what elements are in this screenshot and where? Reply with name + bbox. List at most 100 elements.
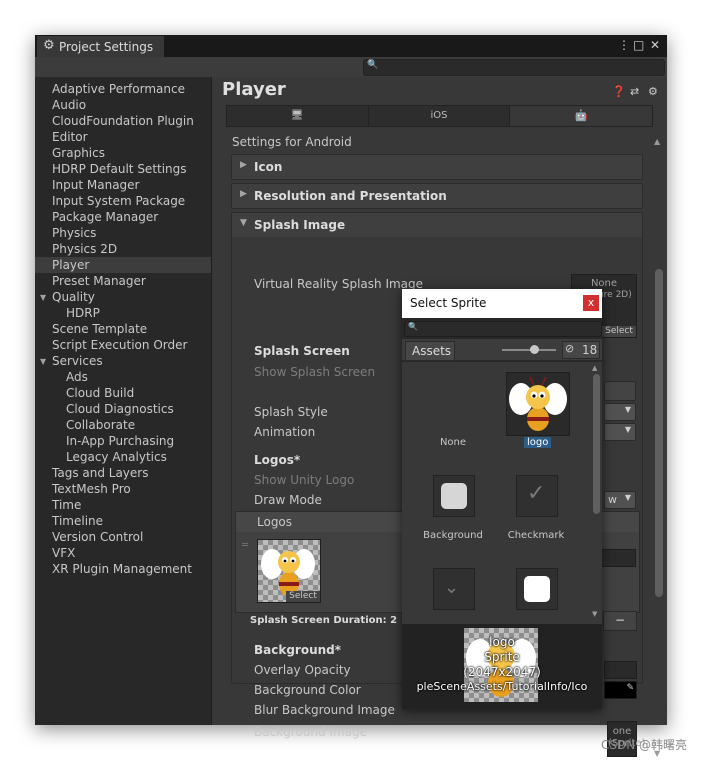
tab-desktop[interactable]: 🖥 <box>227 106 367 126</box>
sidebar-item-services[interactable]: ▼ Services <box>35 353 211 369</box>
sidebar-item-timeline[interactable]: Timeline <box>35 513 211 529</box>
sidebar-item-cloud-build[interactable]: Cloud Build <box>35 385 211 401</box>
splash-style-dropdown[interactable]: ▼ <box>604 403 636 421</box>
page-title: Player <box>222 79 286 100</box>
sidebar-item-textmesh-pro[interactable]: TextMesh Pro <box>35 481 211 497</box>
sidebar-item-editor[interactable]: Editor <box>35 129 211 145</box>
settings-search-bar: 🔍 <box>35 57 667 77</box>
collapsed-arrow-icon: ▶ <box>240 189 247 199</box>
presets-icon[interactable]: ⇄ <box>630 85 639 98</box>
sprite-item-background-label[interactable]: Background <box>408 530 498 541</box>
settings-gear-icon[interactable]: ⚙ <box>648 85 658 98</box>
expand-arrow-icon[interactable]: ▼ <box>40 290 46 306</box>
tab-android[interactable]: 🤖 <box>510 106 652 126</box>
section-icon[interactable]: ▶ Icon <box>231 154 643 180</box>
sidebar-item-ads[interactable]: Ads <box>35 369 211 385</box>
project-settings-tab[interactable]: ⚙ Project Settings <box>37 36 164 57</box>
desktop-icon: 🖥 <box>290 110 304 121</box>
sprite-item-dropdown-arrow[interactable]: ⌄ <box>433 568 475 610</box>
sprite-item-ui-sprite[interactable] <box>516 568 558 610</box>
zoom-slider-knob[interactable] <box>530 345 540 354</box>
sidebar-item-graphics[interactable]: Graphics <box>35 145 211 161</box>
sprite-grid-scrollbar[interactable]: ▲ ▼ <box>590 362 602 624</box>
logo-sprite-field[interactable]: Select <box>257 539 321 603</box>
sidebar-item-hdrp[interactable]: HDRP <box>35 305 211 321</box>
sidebar-item-adaptive-performance[interactable]: Adaptive Performance <box>35 81 211 97</box>
draw-mode-dropdown[interactable]: w ▼ <box>604 491 636 509</box>
logo-select-button[interactable]: Select <box>286 591 320 602</box>
overlay-opacity-field[interactable] <box>604 661 637 679</box>
sidebar-item-script-execution-order[interactable]: Script Execution Order <box>35 337 211 353</box>
expand-arrow-icon[interactable]: ▼ <box>40 354 46 370</box>
bee-logo-icon <box>509 376 567 431</box>
sidebar-item-label: Graphics <box>52 146 105 160</box>
sidebar-item-physics-2d[interactable]: Physics 2D <box>35 241 211 257</box>
sidebar-item-label: Preset Manager <box>52 274 146 288</box>
background-color-field[interactable]: ✎ <box>604 681 637 699</box>
preview-size: (2047x2047) <box>463 665 541 679</box>
sprite-item-logo-label[interactable]: logo <box>524 437 552 448</box>
sidebar-item-hdrp-default-settings[interactable]: HDRP Default Settings <box>35 161 211 177</box>
sidebar-item-input-manager[interactable]: Input Manager <box>35 177 211 193</box>
section-splash-header[interactable]: ▼ Splash Image <box>232 213 642 237</box>
animation-dropdown[interactable]: ▼ <box>604 423 636 441</box>
popup-close-button[interactable]: x <box>583 295 599 311</box>
help-icon[interactable]: ❓ <box>612 85 626 98</box>
scroll-down-icon[interactable]: ▼ <box>592 610 597 618</box>
sprite-scroll-thumb[interactable] <box>593 374 600 514</box>
sprite-item-background[interactable] <box>433 475 475 517</box>
section-resolution[interactable]: ▶ Resolution and Presentation <box>231 183 643 209</box>
sidebar-item-tags-and-layers[interactable]: Tags and Layers <box>35 465 211 481</box>
eyedropper-icon[interactable]: ✎ <box>626 683 634 693</box>
sidebar-item-label: Input Manager <box>52 178 140 192</box>
sidebar-item-label: Legacy Analytics <box>66 450 167 464</box>
window-menu-icon[interactable]: ⋮ <box>618 38 630 52</box>
sidebar-item-time[interactable]: Time <box>35 497 211 513</box>
sidebar-item-quality[interactable]: ▼ Quality <box>35 289 211 305</box>
preview-type: Sprite <box>484 650 520 664</box>
sidebar-item-vfx[interactable]: VFX <box>35 545 211 561</box>
show-splash-field[interactable] <box>604 381 636 401</box>
sidebar-item-collaborate[interactable]: Collaborate <box>35 417 211 433</box>
sidebar-item-cloudfoundation-plugin[interactable]: CloudFoundation Plugin <box>35 113 211 129</box>
vr-select-button[interactable]: Select <box>602 326 636 337</box>
sprite-search-input[interactable]: 🔍 <box>404 321 602 337</box>
sprite-item-checkmark-label[interactable]: Checkmark <box>491 530 581 541</box>
blur-background-label: Blur Background Image <box>254 703 395 717</box>
sidebar-item-input-system-package[interactable]: Input System Package <box>35 193 211 209</box>
settings-search-input[interactable]: 🔍 <box>363 59 665 76</box>
drag-handle-icon[interactable]: ═ <box>242 540 248 551</box>
tab-ios[interactable]: iOS <box>368 106 510 126</box>
collapsed-arrow-icon: ▶ <box>240 160 247 170</box>
sidebar-item-preset-manager[interactable]: Preset Manager <box>35 273 211 289</box>
maximize-icon[interactable]: □ <box>633 38 644 52</box>
assets-tab[interactable]: Assets <box>405 341 455 361</box>
scrollbar-thumb[interactable] <box>655 269 663 597</box>
sidebar-item-in-app-purchasing[interactable]: In-App Purchasing <box>35 433 211 449</box>
logo-duration-field[interactable] <box>598 549 636 567</box>
sidebar-item-label: Version Control <box>52 530 144 544</box>
sprite-toolbar: Assets ⊘ 18 <box>402 339 602 361</box>
sprite-item-none-label[interactable]: None <box>408 437 498 448</box>
sidebar-item-version-control[interactable]: Version Control <box>35 529 211 545</box>
sidebar-item-label: Physics 2D <box>52 242 118 256</box>
sidebar-item-audio[interactable]: Audio <box>35 97 211 113</box>
sidebar-item-package-manager[interactable]: Package Manager <box>35 209 211 225</box>
sidebar-item-player[interactable]: Player <box>35 257 211 273</box>
close-window-icon[interactable]: ✕ <box>650 38 660 52</box>
sidebar-item-cloud-diagnostics[interactable]: Cloud Diagnostics <box>35 401 211 417</box>
sprite-item-logo[interactable] <box>506 372 570 436</box>
sidebar-item-xr-plugin-management[interactable]: XR Plugin Management <box>35 561 211 577</box>
remove-logo-button[interactable]: − <box>603 611 637 631</box>
scroll-up-icon[interactable]: ▲ <box>654 137 660 146</box>
sidebar-item-scene-template[interactable]: Scene Template <box>35 321 211 337</box>
scroll-up-icon[interactable]: ▲ <box>592 364 597 372</box>
sidebar-item-label: TextMesh Pro <box>52 482 131 496</box>
sidebar-item-label: Physics <box>52 226 97 240</box>
sidebar-item-legacy-analytics[interactable]: Legacy Analytics <box>35 449 211 465</box>
zoom-slider[interactable] <box>502 345 556 354</box>
tab-ios-label: iOS <box>430 110 448 121</box>
sprite-item-checkmark[interactable]: ✓ <box>516 475 558 517</box>
sidebar-item-physics[interactable]: Physics <box>35 225 211 241</box>
hidden-packages-toggle[interactable]: ⊘ 18 <box>562 341 600 359</box>
